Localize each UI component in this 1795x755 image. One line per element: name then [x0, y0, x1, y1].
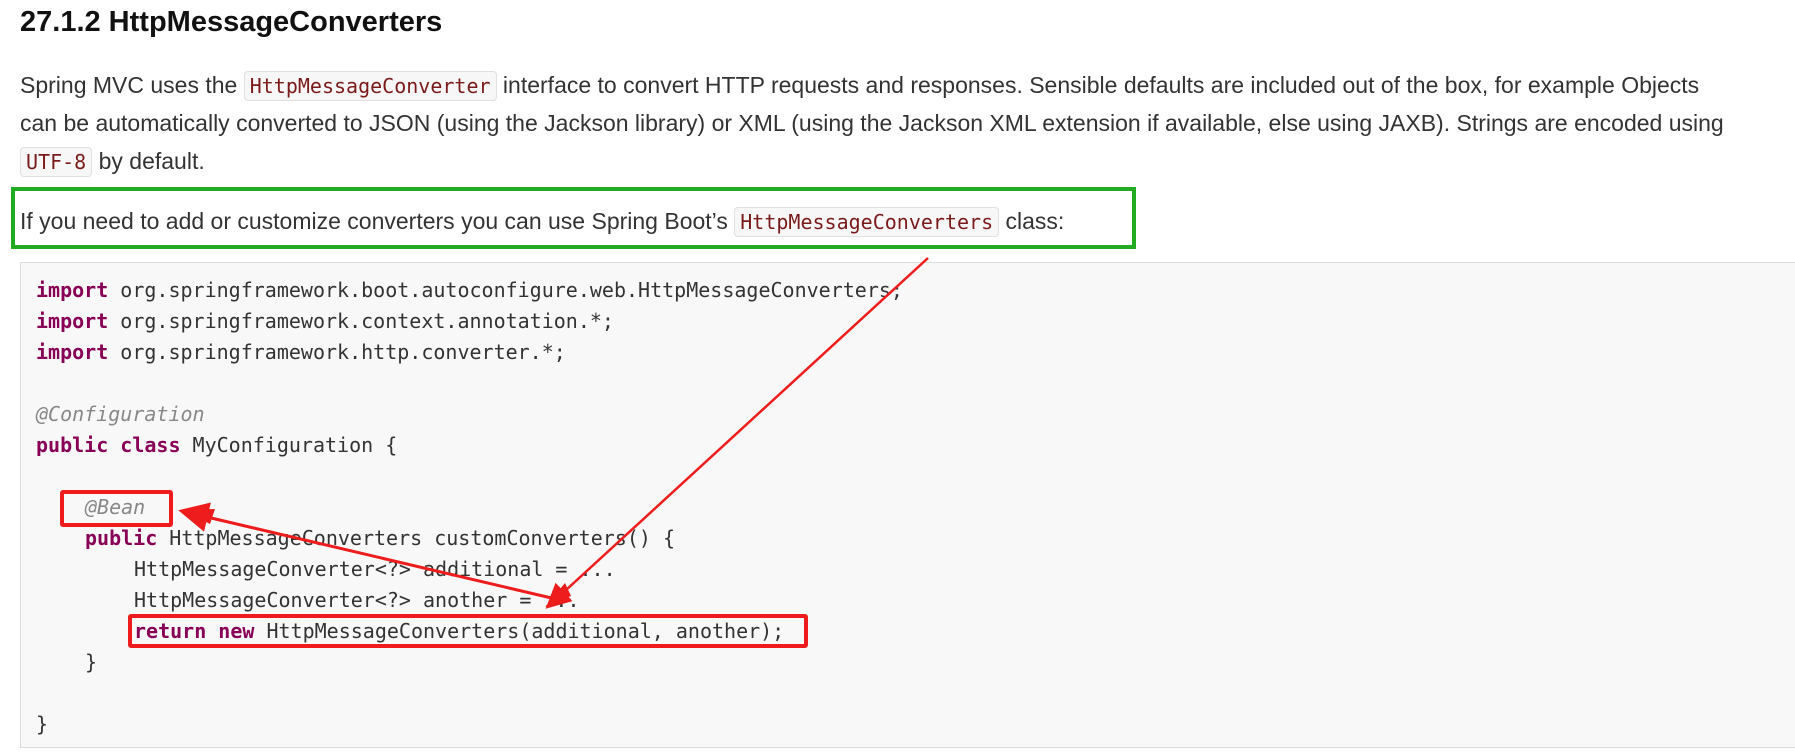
- arrow-to-bean: [178, 502, 561, 602]
- arrow-thick-head: [182, 509, 215, 524]
- arrow-to-return: [545, 257, 929, 609]
- arrow-thick-head-2: [545, 583, 571, 607]
- annotation-arrows: [178, 257, 929, 609]
